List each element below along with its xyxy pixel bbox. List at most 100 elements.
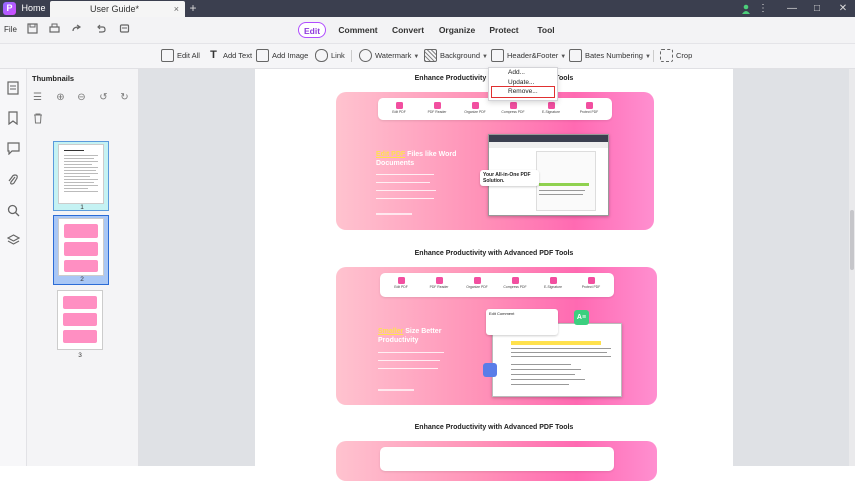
thumbnails-panel: Thumbnails ☰ ⊕ ⊖ ↺ ↻ 1 2 3 [27, 69, 139, 466]
user-icon[interactable] [740, 0, 752, 17]
document-icon [483, 363, 497, 377]
comment-icon[interactable] [6, 142, 20, 156]
thumbnail-number: 2 [80, 276, 84, 283]
feature-nav-strip: Edit PDF PDF Reader Organize PDF Compres… [378, 98, 612, 120]
link-label: Link [331, 51, 345, 60]
edit-all-button[interactable]: Edit All [161, 48, 200, 64]
nav-protect-pdf: Protect PDF [574, 273, 608, 289]
background-icon [424, 48, 437, 62]
layers-icon[interactable] [6, 234, 20, 248]
minimize-button[interactable]: — [785, 0, 799, 17]
edit-comment-panel: Edit Comment [486, 309, 558, 335]
list-icon[interactable]: ☰ [32, 92, 43, 103]
close-window-button[interactable]: ✕ [836, 0, 850, 17]
add-image-label: Add Image [272, 51, 309, 60]
menu-organize[interactable]: Organize [437, 22, 477, 38]
edit-toolbar: Edit All T Add Text Add Image Link Waterm… [0, 44, 855, 69]
save-icon[interactable] [25, 23, 39, 37]
tab-label: User Guide* [90, 4, 140, 14]
nav-edit-pdf: Edit PDF [382, 98, 416, 114]
bates-numbering-button[interactable]: Bates Numbering ▼ [569, 48, 651, 64]
zoom-out-icon[interactable]: ⊖ [76, 92, 87, 103]
thumbnail-frame-2[interactable]: 2 [53, 215, 109, 285]
delete-icon[interactable] [32, 113, 43, 124]
zoom-in-icon[interactable]: ⊕ [55, 92, 66, 103]
more-options-icon[interactable]: ⋮ [758, 0, 768, 17]
nav-organize-pdf: Organize PDF [460, 273, 494, 289]
toolbar-divider [653, 50, 654, 62]
add-text-label: Add Text [223, 51, 253, 60]
redo-icon[interactable] [117, 23, 131, 37]
hero-heading-1: Edit PDF Files like Word Documents [376, 151, 457, 167]
image-icon [256, 48, 269, 62]
nav-e-signature: E-Signature [536, 273, 570, 289]
thumbnail-number: 1 [80, 204, 84, 211]
thumbnail-frame-1[interactable]: 1 [53, 141, 109, 211]
maximize-button[interactable]: □ [810, 0, 824, 17]
share-icon[interactable] [69, 23, 83, 37]
dropdown-item-add[interactable]: Add... [508, 69, 525, 76]
dropdown-item-remove[interactable]: Remove... [508, 88, 538, 95]
promo-banner-1: Edit PDF PDF Reader Organize PDF Compres… [336, 92, 654, 230]
left-sidebar [0, 69, 27, 466]
tab-home[interactable]: Home [19, 1, 48, 16]
bates-numbering-label: Bates Numbering [585, 51, 643, 60]
menu-file[interactable]: File [4, 25, 17, 34]
crop-icon [660, 48, 673, 62]
bookmark-icon[interactable] [6, 111, 20, 126]
add-tab-button[interactable]: + [187, 1, 199, 15]
watermark-icon [359, 48, 372, 62]
thumbnails-title: Thumbnails [32, 74, 75, 83]
menu-edit[interactable]: Edit [298, 22, 326, 38]
header-footer-dropdown: Add... Update... Remove... [488, 67, 558, 101]
promo-banner-2: Edit PDF PDF Reader Organize PDF Compres… [336, 267, 657, 405]
thumbnail-page-3[interactable] [57, 290, 103, 350]
app-logo-icon: P [3, 2, 16, 15]
nav-compress-pdf: Compress PDF [498, 273, 532, 289]
section-title: Enhance Productivity with Advanced PDF T… [414, 250, 574, 257]
tab-user-guide[interactable]: User Guide* × [50, 1, 185, 17]
search-icon[interactable] [6, 204, 20, 218]
chevron-down-icon: ▼ [644, 54, 651, 60]
chevron-down-icon: ▼ [560, 54, 567, 60]
dropdown-item-update[interactable]: Update... [508, 79, 534, 86]
watermark-button[interactable]: Watermark ▼ [359, 48, 419, 64]
pages-icon[interactable] [6, 81, 20, 95]
close-tab-icon[interactable]: × [174, 1, 179, 17]
rotate-left-icon[interactable]: ↺ [98, 92, 109, 103]
rotate-right-icon[interactable]: ↻ [119, 92, 130, 103]
menu-tool[interactable]: Tool [535, 22, 557, 38]
crop-button[interactable]: Crop [660, 48, 692, 64]
document-page: Enhance Productivity with Advanced PDF T… [255, 69, 733, 481]
menu-convert[interactable]: Convert [390, 22, 426, 38]
add-text-button[interactable]: T Add Text [207, 48, 252, 64]
add-image-button[interactable]: Add Image [256, 48, 308, 64]
nav-pdf-reader: PDF Reader [420, 98, 454, 114]
chevron-down-icon: ▼ [413, 54, 420, 60]
chevron-down-icon: ▼ [482, 54, 488, 60]
nav-edit-pdf: Edit PDF [384, 273, 418, 289]
feature-nav-strip: Edit PDF PDF Reader Organize PDF Compres… [380, 273, 614, 297]
scrollbar-thumb[interactable] [850, 210, 854, 270]
nav-pdf-reader: PDF Reader [422, 273, 456, 289]
attachment-icon[interactable] [6, 173, 20, 187]
promo-banner-3 [336, 441, 657, 481]
menu-comment[interactable]: Comment [338, 22, 378, 38]
link-button[interactable]: Link [315, 48, 345, 64]
text-format-icon: A≡ [574, 310, 589, 325]
background-button[interactable]: Background ▼ [424, 48, 488, 64]
all-in-one-chip: Your All-in-One PDF Solution. [480, 170, 539, 186]
crop-label: Crop [676, 51, 693, 60]
nav-organize-pdf: Organize PDF [458, 98, 492, 114]
thumbnail-page-2 [58, 218, 104, 276]
bates-numbering-icon [569, 48, 582, 62]
header-footer-button[interactable]: Header&Footer ▼ [491, 48, 566, 64]
menu-bar: File Edit Comment Convert Organize Prote… [0, 17, 855, 44]
text-icon: T [210, 48, 217, 61]
menu-protect[interactable]: Protect [487, 22, 521, 38]
edit-all-label: Edit All [177, 51, 200, 60]
undo-icon[interactable] [93, 23, 107, 37]
hero-heading-2: Smaller Size Better Productivity [378, 328, 442, 344]
section-title: Enhance Productivity with Advanced PDF T… [414, 424, 574, 431]
print-icon[interactable] [47, 23, 61, 37]
